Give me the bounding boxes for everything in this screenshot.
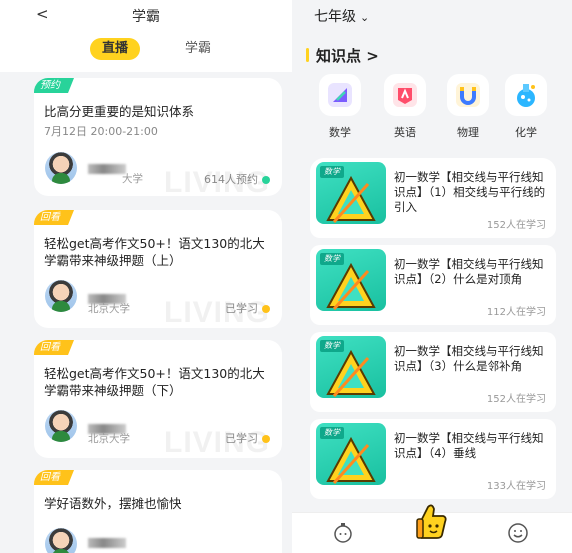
card-title: 轻松get高考作文50+！语文130的北大学霸带来神级押题（上）	[44, 236, 265, 268]
card-time: 7月12日 20:00-21:00	[44, 125, 158, 138]
tab-xueba[interactable]: 学霸	[178, 38, 218, 60]
lesson-thumbnail: 数学	[316, 423, 386, 485]
learner-count: 133人在学习	[486, 481, 546, 492]
chevron-down-icon: ⌄	[360, 11, 370, 24]
status-badge: 回看	[34, 470, 74, 485]
timer-face-icon[interactable]	[332, 522, 354, 544]
status-dot-icon	[262, 176, 270, 184]
learner-count: 152人在学习	[486, 220, 546, 231]
chevron-right-icon: >	[366, 47, 379, 65]
status-badge: 预约	[34, 78, 74, 93]
compass-ruler-icon	[326, 436, 376, 485]
physics-magnet-icon	[447, 74, 489, 116]
lesson-thumbnail: 数学	[316, 336, 386, 398]
knowledge-panel: 七年级 ⌄ 知识点 > 数学 英语 物理 化学 数学 初一数学【相交线与平行线知…	[292, 0, 572, 553]
replay-card[interactable]: 回看 学好语数外，摆摊也愉快	[34, 470, 282, 553]
subject-english[interactable]: 英语	[375, 74, 435, 140]
avatar[interactable]	[45, 152, 77, 184]
replay-card[interactable]: 回看 轻松get高考作文50+！语文130的北大学霸带来神级押题（上） 北京大学…	[34, 210, 282, 328]
subject-physics[interactable]: 物理	[438, 74, 498, 140]
avatar[interactable]	[45, 528, 77, 553]
learned-status: 已学习	[225, 302, 258, 315]
compass-ruler-icon	[326, 349, 376, 398]
status-badge: 回看	[34, 210, 74, 225]
reservation-count: 614人预约	[204, 173, 258, 186]
lesson-title: 初一数学【相交线与平行线知识点】（1）相交线与平行线的引入	[394, 170, 546, 214]
english-icon	[384, 74, 426, 116]
section-accent-bar	[306, 48, 309, 62]
subject-math[interactable]: 数学	[310, 74, 370, 140]
left-header: < 学霸 直播 学霸	[0, 0, 292, 72]
learned-status: 已学习	[225, 432, 258, 445]
card-title: 轻松get高考作文50+！语文130的北大学霸带来神级押题（下）	[44, 366, 265, 398]
school-label: 北京大学	[88, 433, 130, 445]
status-dot-icon	[262, 305, 270, 313]
status-badge: 回看	[34, 340, 74, 355]
compass-ruler-icon	[326, 262, 376, 311]
school-label: 大学	[122, 173, 143, 185]
chemistry-flask-icon	[505, 74, 547, 116]
lesson-card[interactable]: 数学 初一数学【相交线与平行线知识点】（4）垂线 133人在学习	[310, 419, 556, 499]
lesson-title: 初一数学【相交线与平行线知识点】（2）什么是对顶角	[394, 257, 544, 286]
smile-face-icon[interactable]	[507, 522, 529, 544]
section-title: 知识点 >	[316, 47, 379, 65]
lesson-thumbnail: 数学	[316, 162, 386, 224]
card-title: 学好语数外，摆摊也愉快	[44, 496, 182, 511]
page-title: 学霸	[132, 9, 160, 25]
live-card[interactable]: 预约 比高分更重要的是知识体系 7月12日 20:00-21:00 大学 LIV…	[34, 78, 282, 196]
live-panel: < 学霸 直播 学霸 预约 比高分更重要的是知识体系 7月12日 20:00-2…	[0, 0, 292, 553]
subject-row: 数学 英语 物理 化学	[292, 74, 572, 148]
card-meta: 614人预约	[204, 171, 270, 187]
avatar[interactable]	[45, 280, 77, 312]
lesson-card[interactable]: 数学 初一数学【相交线与平行线知识点】（2）什么是对顶角 112人在学习	[310, 245, 556, 325]
subject-label: 化学	[515, 126, 537, 139]
subject-label: 英语	[394, 126, 416, 139]
replay-card[interactable]: 回看 轻松get高考作文50+！语文130的北大学霸带来神级押题（下） 北京大学…	[34, 340, 282, 458]
card-meta: 已学习	[225, 430, 270, 446]
tab-live[interactable]: 直播	[90, 38, 140, 60]
card-meta: 已学习	[225, 300, 270, 316]
lesson-card[interactable]: 数学 初一数学【相交线与平行线知识点】（3）什么是邻补角 152人在学习	[310, 332, 556, 412]
subject-label: 物理	[457, 126, 479, 139]
school-label: 北京大学	[88, 303, 130, 315]
learner-count: 112人在学习	[486, 307, 546, 318]
card-title: 比高分更重要的是知识体系	[44, 104, 195, 119]
status-dot-icon	[262, 435, 270, 443]
subject-label: 数学	[329, 126, 351, 139]
lesson-card[interactable]: 数学 初一数学【相交线与平行线知识点】（1）相交线与平行线的引入 152人在学习	[310, 158, 556, 238]
lesson-title: 初一数学【相交线与平行线知识点】（4）垂线	[394, 431, 544, 460]
avatar[interactable]	[45, 410, 77, 442]
grade-selector[interactable]: 七年级 ⌄	[314, 6, 369, 26]
compass-ruler-icon	[326, 175, 376, 224]
thumbs-up-mascot-icon[interactable]	[414, 501, 450, 541]
lesson-thumbnail: 数学	[316, 249, 386, 311]
lesson-title: 初一数学【相交线与平行线知识点】（3）什么是邻补角	[394, 344, 544, 373]
bottom-tab-bar	[292, 504, 572, 553]
learner-count: 152人在学习	[486, 394, 546, 405]
grade-label: 七年级	[314, 9, 356, 25]
math-icon	[319, 74, 361, 116]
subject-chemistry[interactable]: 化学	[496, 74, 556, 140]
teacher-name	[88, 538, 178, 552]
